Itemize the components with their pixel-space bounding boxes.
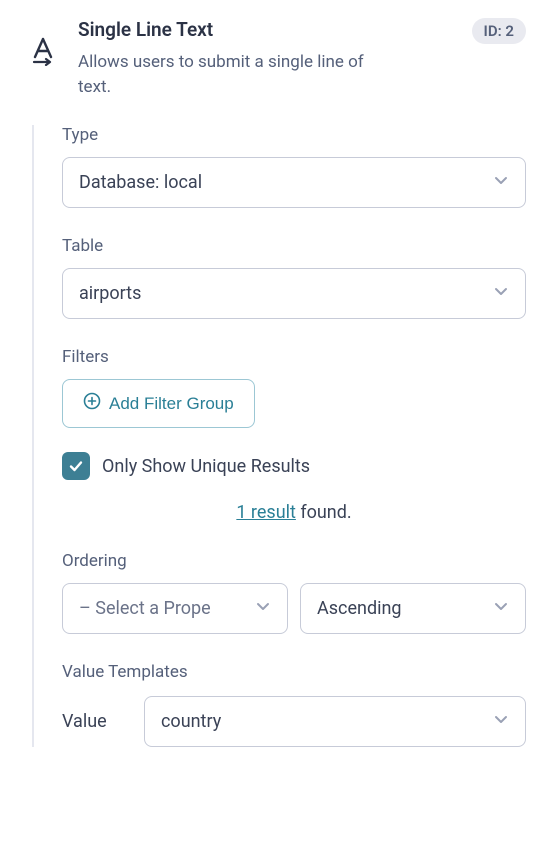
chevron-down-icon (255, 598, 271, 619)
table-section: Table airports (62, 236, 526, 319)
value-templates-section: Value Templates Value country (62, 662, 526, 747)
ordering-direction-select[interactable]: Ascending (300, 583, 526, 634)
ordering-property-select[interactable]: – Select a Prope (62, 583, 288, 634)
page-title: Single Line Text (78, 18, 213, 41)
filters-label: Filters (62, 347, 526, 367)
chevron-down-icon (493, 598, 509, 619)
value-template-select[interactable]: country (144, 696, 526, 747)
ordering-property-placeholder: – Select a Prope (79, 598, 211, 619)
chevron-down-icon (493, 172, 509, 193)
unique-results-label: Only Show Unique Results (102, 456, 310, 477)
header: Single Line Text ID: 2 Allows users to s… (24, 18, 526, 99)
table-select[interactable]: airports (62, 268, 526, 319)
value-templates-label: Value Templates (62, 662, 526, 682)
ordering-section: Ordering – Select a Prope Ascending (62, 551, 526, 634)
results-link[interactable]: 1 result (236, 502, 296, 523)
chevron-down-icon (493, 711, 509, 732)
type-label: Type (62, 125, 526, 145)
add-filter-group-button[interactable]: Add Filter Group (62, 379, 255, 428)
add-filter-group-label: Add Filter Group (109, 394, 234, 414)
results-suffix: found. (296, 502, 352, 523)
filters-section: Filters Add Filter Group Only Show Uniqu… (62, 347, 526, 523)
ordering-direction-value: Ascending (317, 598, 402, 619)
ordering-label: Ordering (62, 551, 526, 571)
id-badge: ID: 2 (472, 18, 526, 44)
page-description: Allows users to submit a single line of … (78, 50, 378, 99)
table-label: Table (62, 236, 526, 256)
value-label: Value (62, 711, 122, 732)
unique-results-checkbox[interactable] (62, 452, 90, 480)
text-type-icon (24, 36, 62, 66)
type-select[interactable]: Database: local (62, 157, 526, 208)
type-select-value: Database: local (79, 172, 202, 193)
chevron-down-icon (493, 283, 509, 304)
value-template-value: country (161, 711, 221, 732)
table-select-value: airports (79, 283, 141, 304)
plus-circle-icon (83, 392, 101, 415)
results-line: 1 result found. (62, 502, 526, 523)
type-section: Type Database: local (62, 125, 526, 208)
